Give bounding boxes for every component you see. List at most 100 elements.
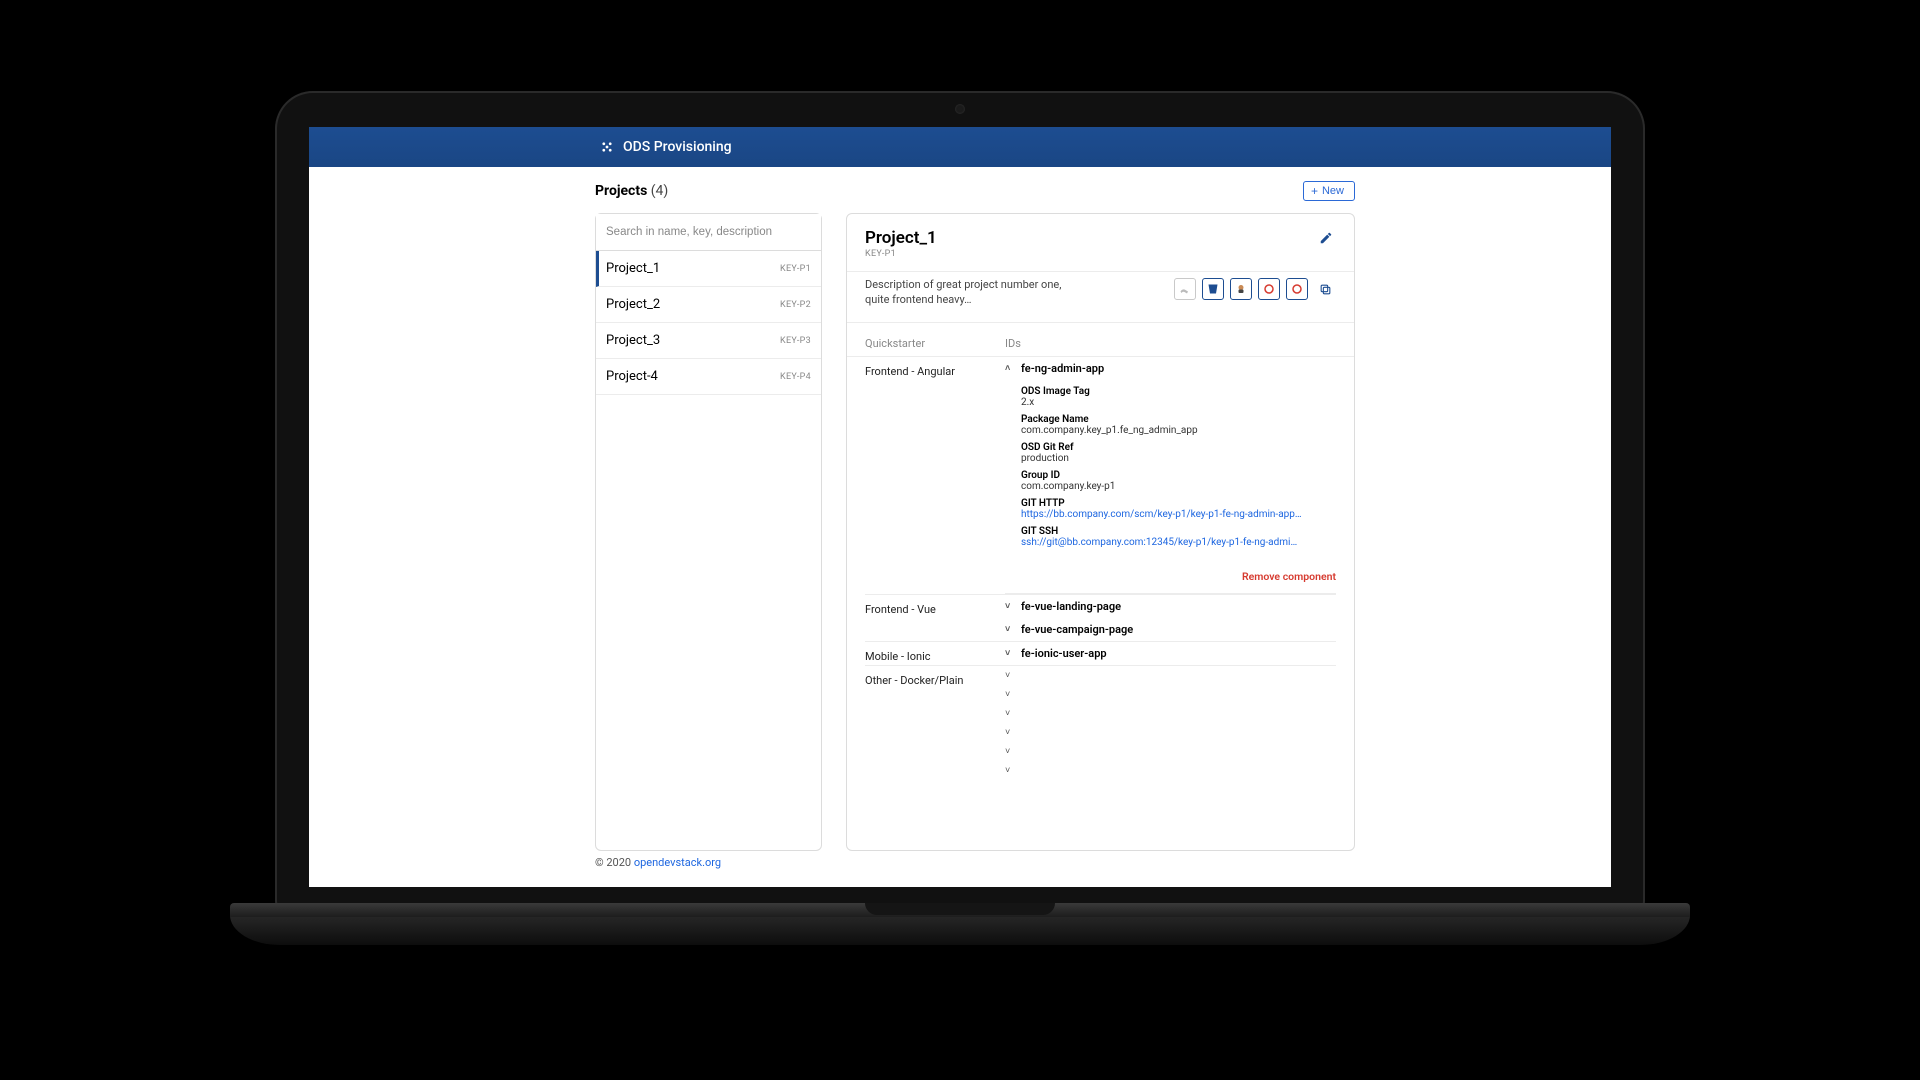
quickstarter-name: Frontend - Angular [865,357,1005,594]
component-id: fe-vue-campaign-page [1021,623,1133,636]
page-footer: © 2020 opendevstack.org [595,856,721,869]
project-list-item[interactable]: Project_3 KEY-P3 [596,323,821,359]
plus-icon: + [1311,185,1318,197]
laptop-base [230,911,1690,945]
component-id-toggle[interactable]: ˅ fe-ionic-user-app [1005,642,1336,665]
component-id: fe-ionic-user-app [1021,647,1107,660]
app-header: ODS Provisioning [309,127,1611,167]
laptop-notch [865,903,1055,915]
laptop-mockup: ODS Provisioning Projects (4) + New [275,91,1645,945]
col-ids: IDs [1005,337,1336,350]
chevron-down-icon[interactable]: ˅ [1005,742,1336,761]
projects-search-input[interactable] [596,214,821,251]
projects-heading-row: Projects (4) + New [595,167,1355,213]
quickstarter-ids: ˅˅˅˅˅˅ [1005,666,1336,780]
quickstarter-table-body: Frontend - Angular˄fe-ng-admin-appODS Im… [847,357,1354,794]
component-id: fe-vue-landing-page [1021,600,1121,613]
project-name: Project-4 [606,369,658,384]
chevron-down-icon[interactable]: ˅ [1005,704,1336,723]
project-key-badge: KEY-P1 [780,264,811,274]
copy-links-button[interactable] [1314,278,1336,300]
detail-field-value: production [1021,453,1336,464]
jenkins-icon [1235,283,1247,295]
external-links-row [1174,278,1336,300]
projects-heading-label: Projects [595,183,647,199]
detail-field-label: Package Name [1021,414,1336,425]
new-project-button[interactable]: + New [1303,181,1355,201]
quickstarter-ids: ˅ fe-vue-landing-page ˅ fe-vue-campaign-pag… [1005,595,1336,641]
projects-list-panel: Project_1KEY-P1 Project_2 KEY-P2 Project_3 K… [595,213,822,851]
detail-field-value: com.company.key-p1 [1021,481,1336,492]
project-list-item[interactable]: Project_1KEY-P1 [596,251,821,287]
component-id-toggle[interactable]: ˅ fe-vue-campaign-page [1005,618,1336,641]
new-project-label: New [1322,185,1344,197]
component-id: fe-ng-admin-app [1021,362,1104,375]
bitbucket-icon [1207,283,1219,295]
screen: ODS Provisioning Projects (4) + New [309,127,1611,887]
project-list-item[interactable]: Project-4 KEY-P4 [596,359,821,395]
project-list-item[interactable]: Project_2 KEY-P2 [596,287,821,323]
link-openshift-dev-button[interactable] [1258,278,1280,300]
confluence-icon [1179,283,1191,295]
component-id-toggle[interactable]: ˄ fe-ng-admin-app [1005,357,1336,380]
project-title: Project_1 [865,228,937,248]
project-key-badge: KEY-P4 [780,372,811,382]
footer-copyright: © 2020 [595,856,634,869]
component-detail: ODS Image Tag2.xPackage Namecom.company.… [1005,386,1336,554]
detail-field-value: com.company.key_p1.fe_ng_admin_app [1021,425,1336,436]
edit-project-button[interactable] [1316,228,1336,248]
project-subheader: Description of great project number one,… [847,272,1354,323]
quickstarter-ids: ˄fe-ng-admin-appODS Image Tag2.xPackage … [1005,357,1336,594]
chevron-down-icon: ˅ [1005,601,1015,612]
project-name: Project_3 [606,333,660,348]
quickstarter-row: Frontend - Angular˄fe-ng-admin-appODS Im… [865,357,1336,595]
camera-dot [955,104,965,114]
quickstarter-row: Mobile - Ionic˅ fe-ionic-user-app [865,642,1336,666]
remove-component-button[interactable]: Remove component [1005,554,1336,594]
project-title-block: Project_1 KEY-P1 [865,228,937,259]
chevron-down-icon[interactable]: ˅ [1005,685,1336,704]
link-jenkins-button[interactable] [1230,278,1252,300]
collapsed-ids: ˅˅˅˅˅˅ [1005,666,1336,780]
quickstarter-name: Mobile - Ionic [865,642,1005,665]
quickstarter-row: Other - Docker/Plain˅˅˅˅˅˅ [865,666,1336,780]
app-title: ODS Provisioning [623,139,732,155]
chevron-down-icon[interactable]: ˅ [1005,723,1336,742]
project-key-badge: KEY-P3 [780,336,811,346]
project-detail-panel: Project_1 KEY-P1 Description of great pr… [846,213,1355,851]
project-name: Project_2 [606,297,660,312]
quickstarter-name: Other - Docker/Plain [865,666,1005,780]
quickstarter-name: Frontend - Vue [865,595,1005,641]
project-key: KEY-P1 [865,249,937,259]
detail-field-label: GIT HTTP [1021,498,1336,509]
laptop-lid: ODS Provisioning Projects (4) + New [275,91,1645,911]
openshift-icon [1263,283,1275,295]
quickstarter-ids: ˅ fe-ionic-user-app [1005,642,1336,665]
project-header: Project_1 KEY-P1 [847,214,1354,272]
detail-field-label: GIT SSH [1021,526,1336,537]
chevron-down-icon[interactable]: ˅ [1005,666,1336,685]
copy-icon [1319,283,1332,296]
detail-field-label: Group ID [1021,470,1336,481]
link-bitbucket-button[interactable] [1202,278,1224,300]
detail-field-link[interactable]: ssh://git@bb.company.com:12345/key-p1/ke… [1021,537,1336,548]
quickstarter-row: Frontend - Vue˅ fe-vue-landing-page ˅ fe-vu… [865,595,1336,642]
pencil-icon [1319,231,1333,245]
chevron-down-icon[interactable]: ˅ [1005,761,1336,780]
project-key-badge: KEY-P2 [780,300,811,310]
detail-field-value: 2.x [1021,397,1336,408]
footer-link[interactable]: opendevstack.org [634,856,721,869]
chevron-up-icon: ˄ [1005,363,1015,374]
quickstarter-table-head: Quickstarter IDs [847,323,1354,357]
component-id-toggle[interactable]: ˅ fe-vue-landing-page [1005,595,1336,618]
app-logo-icon [599,139,615,155]
link-confluence-button [1174,278,1196,300]
chevron-down-icon: ˅ [1005,648,1015,659]
projects-heading: Projects (4) [595,183,668,199]
detail-field-link[interactable]: https://bb.company.com/scm/key-p1/key-p1… [1021,509,1336,520]
link-openshift-test-button[interactable] [1286,278,1308,300]
chevron-down-icon: ˅ [1005,624,1015,635]
columns: Project_1KEY-P1Project_2KEY-P2Project_3K… [595,213,1355,851]
projects-count: (4) [651,183,669,199]
projects-list: Project_1KEY-P1 Project_2 KEY-P2 Project_3 K… [596,251,821,395]
